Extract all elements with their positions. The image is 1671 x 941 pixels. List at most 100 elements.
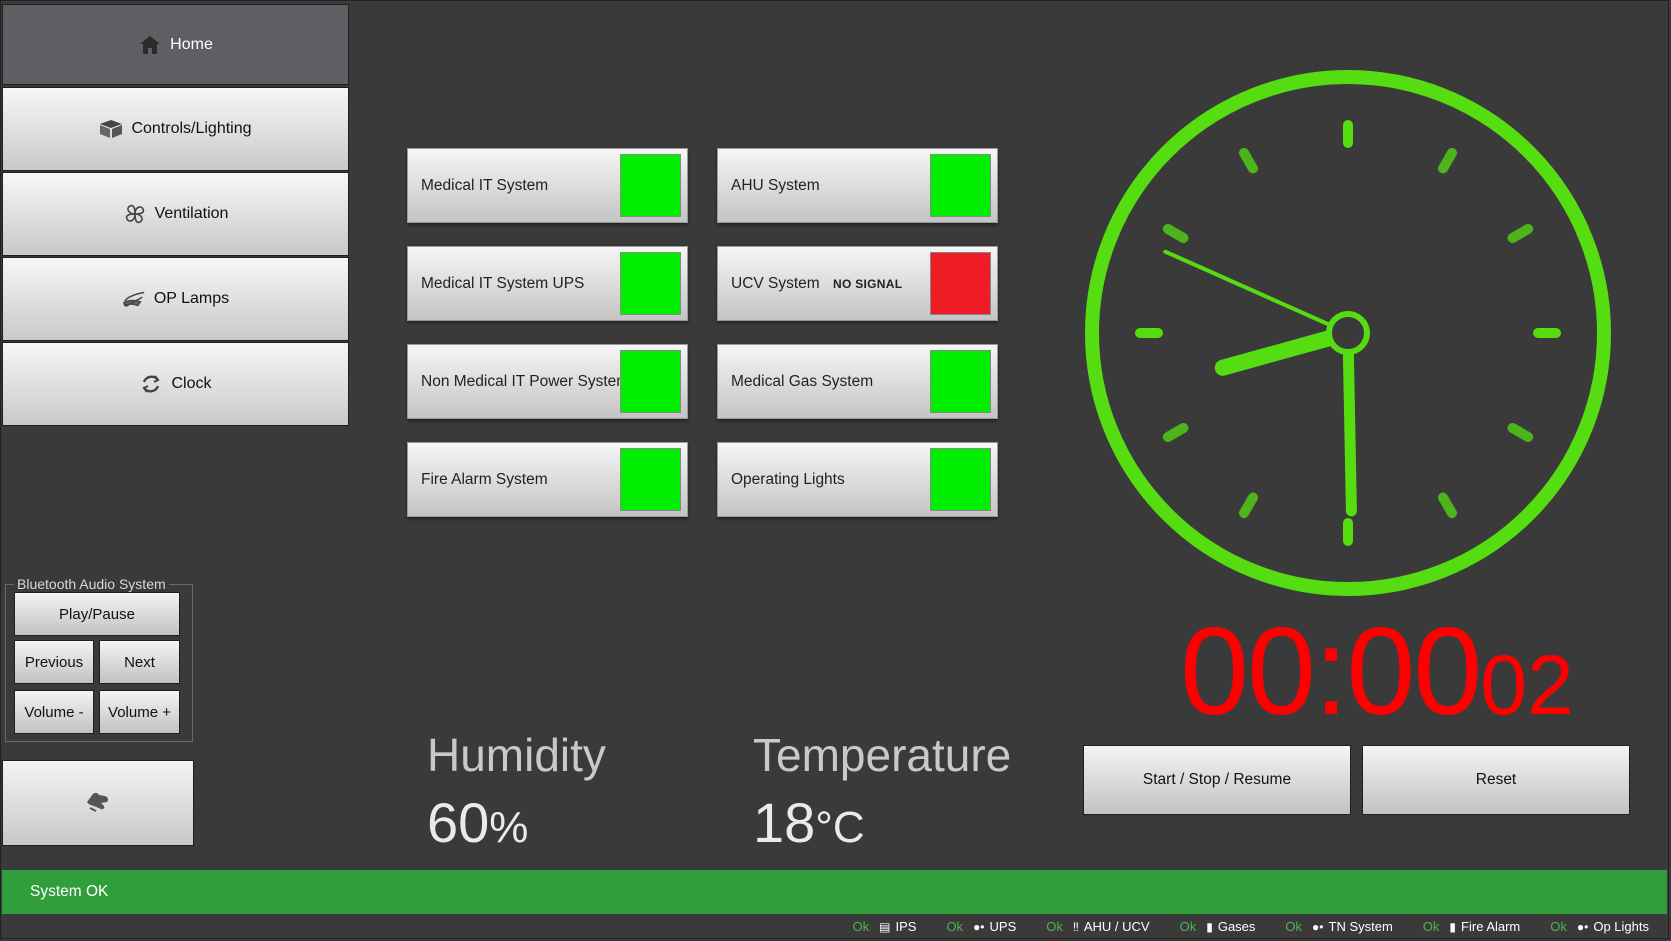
no-signal-label: NO SIGNAL	[833, 276, 903, 291]
footer-item-ips: Ok ▤ IPS	[853, 919, 917, 934]
footer-status-strip: Ok ▤ IPS Ok ●• UPS Ok ‼ AHU / UCV Ok ▮ G…	[0, 914, 1669, 939]
volume-down-button[interactable]: Volume -	[14, 690, 94, 734]
system-status-bar: System OK	[2, 870, 1667, 914]
status-indicator	[620, 252, 681, 315]
ok-indicator: Ok	[946, 919, 964, 934]
footer-item-ahu-ucv: Ok ‼ AHU / UCV	[1046, 919, 1149, 934]
footer-item-tn-system: Ok ●• TN System	[1285, 919, 1392, 934]
extinguisher-icon: ▮	[1449, 919, 1457, 934]
system-tile-medical-it-ups[interactable]: Medical IT System UPS	[407, 246, 688, 321]
status-indicator	[620, 154, 681, 217]
status-indicator	[930, 350, 991, 413]
clock-tick	[1507, 224, 1534, 243]
system-tile-fire-alarm[interactable]: Fire Alarm System	[407, 442, 688, 517]
analog-clock	[1085, 70, 1611, 596]
footer-label: TN System	[1328, 919, 1393, 934]
nav-controls-lighting-button[interactable]: Controls/Lighting	[2, 87, 349, 171]
status-indicator	[930, 154, 991, 217]
next-button[interactable]: Next	[99, 640, 180, 684]
system-tile-medical-it[interactable]: Medical IT System	[407, 148, 688, 223]
nav-clock-button[interactable]: Clock	[2, 342, 349, 426]
bluetooth-audio-legend: Bluetooth Audio System	[14, 576, 169, 592]
footer-item-fire-alarm: Ok ▮ Fire Alarm	[1423, 919, 1520, 934]
footer-item-ups: Ok ●• UPS	[946, 919, 1016, 934]
thermometer-icon: ‼	[1072, 919, 1079, 934]
volume-up-button[interactable]: Volume +	[99, 690, 180, 734]
clock-tick	[1162, 423, 1189, 442]
status-indicator	[620, 448, 681, 511]
plug-icon: ●•	[973, 919, 985, 934]
system-name: Non Medical IT Power System	[421, 372, 630, 390]
gas-bottle-icon: ▮	[1206, 919, 1213, 934]
system-tile-non-medical-it-power[interactable]: Non Medical IT Power System	[407, 344, 688, 419]
fan-icon	[123, 202, 147, 226]
footer-label: IPS	[895, 919, 917, 934]
clock-tick	[1438, 492, 1457, 519]
humidity-readout: 60%	[427, 790, 528, 855]
footer-label: Fire Alarm	[1461, 919, 1521, 934]
status-indicator	[930, 448, 991, 511]
refresh-icon	[139, 372, 163, 396]
status-indicator	[620, 350, 681, 413]
clock-center-hub	[1326, 311, 1370, 355]
humidity-label: Humidity	[427, 729, 606, 781]
temperature-label: Temperature	[753, 729, 1012, 781]
clock-minute-hand	[1342, 327, 1357, 517]
footer-label: Gases	[1217, 919, 1256, 934]
footer-item-op-lights: Ok ●• Op Lights	[1550, 919, 1649, 934]
nav-clock-label: Clock	[171, 375, 212, 392]
humidity-value: 60	[427, 791, 490, 854]
timer-main: 00:00	[1180, 603, 1482, 741]
system-name: Medical IT System	[421, 176, 549, 194]
system-name: Medical Gas System	[731, 372, 874, 390]
system-status-text: System OK	[30, 883, 109, 900]
nav-op-lamps-label: OP Lamps	[153, 290, 230, 307]
hand-button[interactable]	[2, 760, 194, 846]
ok-indicator: Ok	[1179, 919, 1197, 934]
footer-label: Op Lights	[1593, 919, 1649, 934]
system-name: UCV System	[731, 274, 820, 292]
ok-indicator: Ok	[1422, 919, 1440, 934]
system-tile-operating-lights[interactable]: Operating Lights	[717, 442, 998, 517]
ips-icon: ▤	[879, 919, 891, 934]
ok-indicator: Ok	[852, 919, 870, 934]
temperature-readout: 18°C	[753, 790, 865, 855]
clock-tick	[1507, 423, 1534, 442]
temperature-unit: °C	[815, 803, 865, 852]
box-icon	[99, 117, 123, 141]
plug-icon: ●•	[1312, 919, 1324, 934]
ok-indicator: Ok	[1285, 919, 1303, 934]
plug-icon: ●•	[1576, 919, 1589, 934]
ok-indicator: Ok	[1550, 919, 1567, 934]
system-name: Operating Lights	[731, 470, 845, 488]
clock-tick	[1438, 147, 1457, 174]
clock-tick	[1239, 147, 1258, 174]
footer-item-gases: Ok ▮ Gases	[1180, 919, 1256, 934]
status-indicator	[930, 252, 991, 315]
footer-label: UPS	[989, 919, 1017, 934]
reset-button[interactable]: Reset	[1362, 745, 1630, 815]
clock-second-hand	[1163, 249, 1350, 335]
system-name: AHU System	[731, 176, 820, 194]
nav-ventilation-label: Ventilation	[154, 205, 229, 222]
clock-tick	[1239, 492, 1258, 519]
system-name: Medical IT System UPS	[421, 274, 585, 292]
home-icon	[138, 33, 162, 57]
humidity-unit: %	[489, 803, 529, 852]
nav-controls-lighting-label: Controls/Lighting	[131, 120, 252, 137]
play-pause-button[interactable]: Play/Pause	[14, 592, 180, 636]
ok-indicator: Ok	[1046, 919, 1063, 934]
nav-home-label: Home	[170, 35, 213, 53]
previous-button[interactable]: Previous	[14, 640, 94, 684]
countdown-timer: 00:0002	[1180, 610, 1574, 734]
lamp-icon	[122, 287, 146, 311]
footer-label: AHU / UCV	[1083, 919, 1150, 934]
system-tile-ucv[interactable]: UCV System NO SIGNAL	[717, 246, 998, 321]
nav-ventilation-button[interactable]: Ventilation	[2, 172, 349, 256]
start-stop-resume-button[interactable]: Start / Stop / Resume	[1083, 745, 1351, 815]
hand-icon	[84, 790, 112, 817]
nav-home-button[interactable]: Home	[2, 4, 349, 85]
system-tile-medical-gas[interactable]: Medical Gas System	[717, 344, 998, 419]
nav-op-lamps-button[interactable]: OP Lamps	[2, 257, 349, 341]
system-tile-ahu[interactable]: AHU System	[717, 148, 998, 223]
